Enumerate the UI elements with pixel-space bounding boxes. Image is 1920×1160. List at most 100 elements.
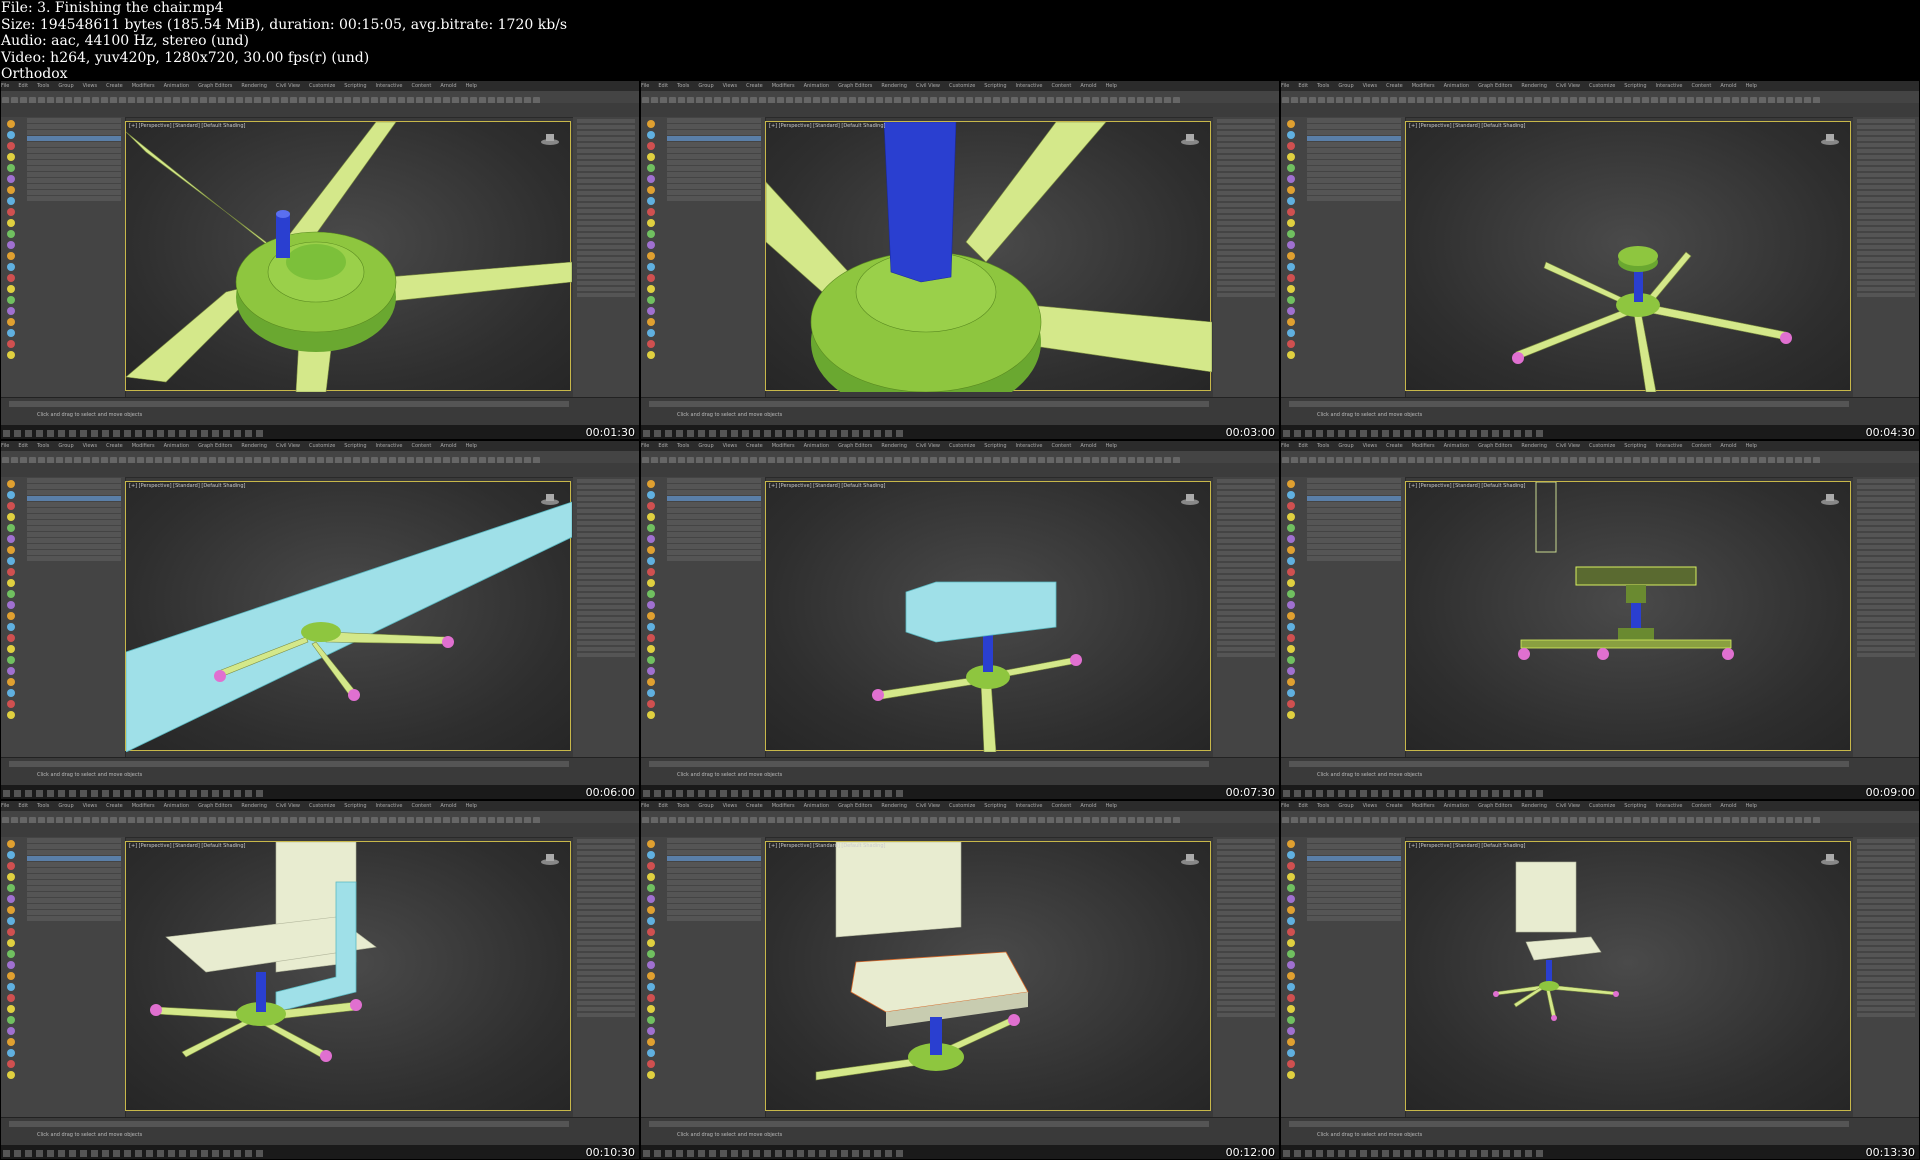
scene-object-row[interactable] <box>27 184 121 189</box>
view-cube-icon[interactable] <box>1820 132 1840 146</box>
tool-icon[interactable] <box>1287 546 1295 554</box>
command-panel-row[interactable] <box>577 227 635 231</box>
menu-item[interactable]: Create <box>106 83 123 89</box>
menu-item[interactable]: Views <box>1363 83 1377 89</box>
tool-icon[interactable] <box>647 961 655 969</box>
menu-item[interactable]: Rendering <box>241 83 267 89</box>
tool-icon[interactable] <box>7 873 15 881</box>
command-panel-row[interactable] <box>1857 863 1915 867</box>
taskbar-app-icon[interactable] <box>1415 1150 1422 1157</box>
scene-object-row[interactable] <box>667 160 761 165</box>
menu-item[interactable]: Modifiers <box>132 443 155 449</box>
menu-item[interactable]: Scripting <box>344 83 366 89</box>
taskbar-app-icon[interactable] <box>146 1150 153 1157</box>
scene-object-row[interactable] <box>1307 538 1401 543</box>
taskbar-app-icon[interactable] <box>830 430 837 437</box>
scene-object-row[interactable] <box>1307 136 1401 141</box>
command-panel-row[interactable] <box>577 893 635 897</box>
menu-item[interactable]: Graph Editors <box>838 83 872 89</box>
command-panel-row[interactable] <box>1857 527 1915 531</box>
command-panel-row[interactable] <box>577 203 635 207</box>
command-panel-row[interactable] <box>577 173 635 177</box>
menu-item[interactable]: Customize <box>309 803 335 809</box>
menu-item[interactable]: Civil View <box>916 803 940 809</box>
menu-item[interactable]: Content <box>1691 83 1711 89</box>
taskbar-app-icon[interactable] <box>135 430 142 437</box>
menu-item[interactable]: File <box>641 443 649 449</box>
command-panel-row[interactable] <box>1217 605 1275 609</box>
command-panel-row[interactable] <box>577 617 635 621</box>
command-panel-row[interactable] <box>1217 599 1275 603</box>
command-panel-row[interactable] <box>1857 581 1915 585</box>
taskbar-app-icon[interactable] <box>1536 1150 1543 1157</box>
taskbar-app-icon[interactable] <box>1492 1150 1499 1157</box>
command-panel-row[interactable] <box>1217 641 1275 645</box>
scene-object-row[interactable] <box>667 532 761 537</box>
command-panel-row[interactable] <box>1857 491 1915 495</box>
scene-object-row[interactable] <box>1307 172 1401 177</box>
command-panel-row[interactable] <box>577 209 635 213</box>
scene-object-row[interactable] <box>27 196 121 201</box>
tool-icon[interactable] <box>1287 318 1295 326</box>
command-panel-row[interactable] <box>1217 917 1275 921</box>
tool-icon[interactable] <box>647 1005 655 1013</box>
taskbar-app-icon[interactable] <box>775 790 782 797</box>
command-panel-row[interactable] <box>577 503 635 507</box>
command-panel-row[interactable] <box>1217 479 1275 483</box>
taskbar-app-icon[interactable] <box>1393 790 1400 797</box>
tool-icon[interactable] <box>1287 164 1295 172</box>
command-panel-row[interactable] <box>1857 623 1915 627</box>
command-panel-row[interactable] <box>1857 635 1915 639</box>
menu-item[interactable]: Help <box>466 443 477 449</box>
command-panel-row[interactable] <box>577 869 635 873</box>
scene-object-row[interactable] <box>1307 166 1401 171</box>
taskbar-app-icon[interactable] <box>1448 790 1455 797</box>
taskbar-app-icon[interactable] <box>852 1150 859 1157</box>
taskbar-app-icon[interactable] <box>80 790 87 797</box>
timeline-slider[interactable] <box>649 401 1209 407</box>
scene-object-row[interactable] <box>667 544 761 549</box>
tool-icon[interactable] <box>647 153 655 161</box>
taskbar-app-icon[interactable] <box>91 430 98 437</box>
scene-object-row[interactable] <box>27 892 121 897</box>
tool-icon[interactable] <box>647 120 655 128</box>
command-panel-row[interactable] <box>1857 1001 1915 1005</box>
taskbar-app-icon[interactable] <box>234 430 241 437</box>
taskbar-app-icon[interactable] <box>1470 790 1477 797</box>
menu-item[interactable]: Arnold <box>440 83 456 89</box>
command-panel-row[interactable] <box>1857 221 1915 225</box>
command-panel-row[interactable] <box>1217 179 1275 183</box>
scene-object-row[interactable] <box>1307 490 1401 495</box>
menu-item[interactable]: Tools <box>1317 803 1329 809</box>
command-panel-row[interactable] <box>1217 221 1275 225</box>
tool-icon[interactable] <box>647 340 655 348</box>
tool-icon[interactable] <box>647 994 655 1002</box>
menu-item[interactable]: Customize <box>949 83 975 89</box>
command-panel-row[interactable] <box>1857 173 1915 177</box>
taskbar-app-icon[interactable] <box>874 1150 881 1157</box>
scene-object-row[interactable] <box>667 502 761 507</box>
command-panel-row[interactable] <box>1857 479 1915 483</box>
taskbar-app-icon[interactable] <box>1283 430 1290 437</box>
command-panel-row[interactable] <box>577 131 635 135</box>
tool-icon[interactable] <box>647 318 655 326</box>
command-panel-row[interactable] <box>577 569 635 573</box>
scene-object-row[interactable] <box>667 880 761 885</box>
taskbar-app-icon[interactable] <box>852 790 859 797</box>
command-panel-row[interactable] <box>1217 611 1275 615</box>
scene-object-row[interactable] <box>667 874 761 879</box>
taskbar-app-icon[interactable] <box>786 1150 793 1157</box>
command-panel-row[interactable] <box>1857 605 1915 609</box>
scene-object-row[interactable] <box>27 136 121 141</box>
menu-item[interactable]: Help <box>1106 803 1117 809</box>
scene-object-row[interactable] <box>1307 898 1401 903</box>
menu-item[interactable]: Views <box>723 83 737 89</box>
command-panel-row[interactable] <box>577 851 635 855</box>
taskbar-app-icon[interactable] <box>896 430 903 437</box>
command-panel-row[interactable] <box>577 653 635 657</box>
command-panel-row[interactable] <box>1857 551 1915 555</box>
taskbar-app-icon[interactable] <box>201 1150 208 1157</box>
tool-icon[interactable] <box>1287 120 1295 128</box>
command-panel-row[interactable] <box>1857 647 1915 651</box>
menu-item[interactable]: Modifiers <box>772 803 795 809</box>
